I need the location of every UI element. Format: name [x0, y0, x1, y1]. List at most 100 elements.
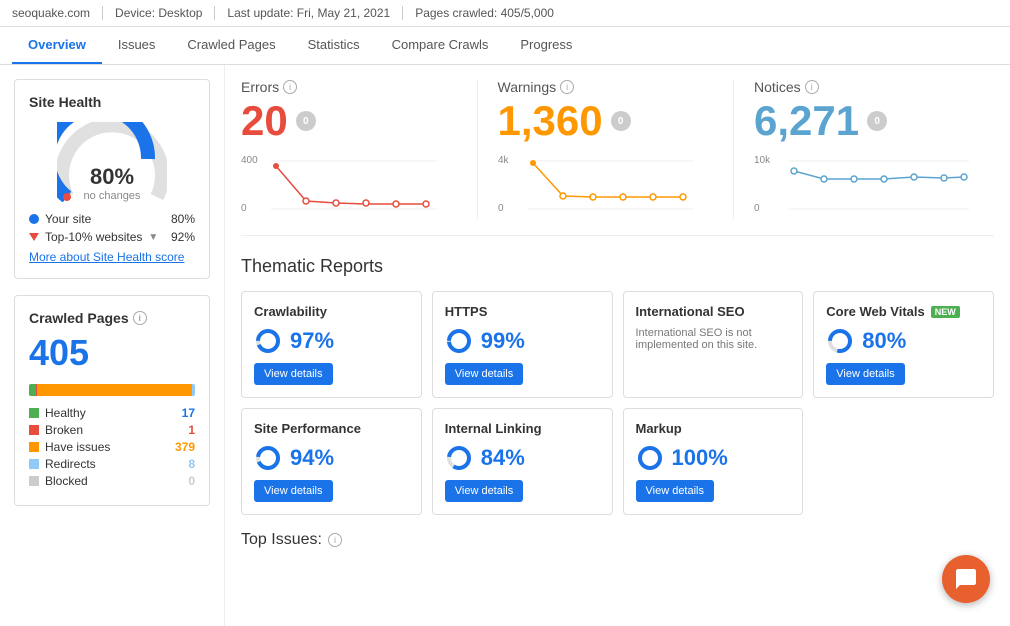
- notices-title: Notices i: [754, 79, 974, 95]
- stat-broken: Broken 1: [29, 423, 195, 437]
- thematic-reports-title: Thematic Reports: [241, 256, 994, 277]
- nav-tabs: Overview Issues Crawled Pages Statistics…: [0, 27, 1010, 65]
- warnings-badge: 0: [611, 111, 631, 131]
- errors-number: 20 0: [241, 97, 457, 145]
- warnings-title: Warnings i: [498, 79, 714, 95]
- stat-redirects: Redirects 8: [29, 457, 195, 471]
- reports-grid: Crawlability 97% View details HTTPS 99% …: [241, 291, 994, 515]
- your-site-dot: [29, 214, 39, 224]
- warnings-info-icon[interactable]: i: [560, 80, 574, 94]
- donut-container: 80% no changes: [29, 122, 195, 202]
- core-web-vitals-view-btn[interactable]: View details: [826, 363, 905, 385]
- internal-linking-view-btn[interactable]: View details: [445, 480, 524, 502]
- notices-block: Notices i 6,271 0 10k 0: [733, 79, 994, 219]
- site-performance-view-btn[interactable]: View details: [254, 480, 333, 502]
- https-title: HTTPS: [445, 304, 600, 319]
- tab-compare-crawls[interactable]: Compare Crawls: [376, 27, 505, 64]
- donut-chart: 80% no changes: [57, 122, 167, 202]
- top-issues-info-icon[interactable]: i: [328, 533, 342, 547]
- broken-count: 1: [188, 423, 195, 437]
- report-card-markup: Markup 100% View details: [623, 408, 804, 515]
- site-health-card: Site Health 80% no changes: [14, 79, 210, 279]
- notices-badge: 0: [867, 111, 887, 131]
- donut-label: no changes: [57, 190, 167, 202]
- have-issues-count: 379: [175, 440, 195, 454]
- markup-title: Markup: [636, 421, 791, 436]
- site-name: seoquake.com: [12, 6, 103, 20]
- report-card-international-seo: International SEO International SEO is n…: [623, 291, 804, 398]
- your-site-label: Your site: [45, 212, 91, 226]
- donut-percent: 80%: [57, 164, 167, 190]
- sidebar: Site Health 80% no changes: [0, 65, 225, 626]
- blocked-count: 0: [188, 474, 195, 488]
- top10-icon: [29, 233, 39, 241]
- broken-dot: [29, 425, 39, 435]
- notices-sparkline: 10k 0: [754, 151, 974, 219]
- markup-view-btn[interactable]: View details: [636, 480, 715, 502]
- more-site-health-link[interactable]: More about Site Health score: [29, 250, 195, 264]
- legend-top10: Top-10% websites ▼ 92%: [29, 230, 195, 244]
- site-performance-percent: 94%: [254, 444, 409, 472]
- crawlability-view-btn[interactable]: View details: [254, 363, 333, 385]
- tab-progress[interactable]: Progress: [504, 27, 588, 64]
- pb-green: [29, 384, 36, 396]
- issues-dot: [29, 442, 39, 452]
- top10-label: Top-10% websites: [45, 230, 142, 244]
- your-site-value: 80%: [171, 212, 195, 226]
- stat-have-issues: Have issues 379: [29, 440, 195, 454]
- new-badge: new: [931, 306, 960, 318]
- errors-title: Errors i: [241, 79, 457, 95]
- healthy-count: 17: [182, 406, 195, 420]
- tab-issues[interactable]: Issues: [102, 27, 172, 64]
- top-bar: seoquake.com Device: Desktop Last update…: [0, 0, 1010, 27]
- internal-linking-title: Internal Linking: [445, 421, 600, 436]
- report-card-core-web-vitals: Core Web Vitals new 80% View details: [813, 291, 994, 398]
- crawlability-title: Crawlability: [254, 304, 409, 319]
- blocked-dot: [29, 476, 39, 486]
- crawled-pages-title: Crawled Pages i: [29, 310, 195, 326]
- warnings-sparkline: 4k 0: [498, 151, 714, 219]
- warnings-block: Warnings i 1,360 0 4k 0: [477, 79, 734, 219]
- internal-linking-percent: 84%: [445, 444, 600, 472]
- https-percent: 99%: [445, 327, 600, 355]
- pb-orange: [37, 384, 191, 396]
- svg-text:10k: 10k: [754, 155, 771, 166]
- crawled-info-icon[interactable]: i: [133, 311, 147, 325]
- donut-center: 80% no changes: [57, 164, 167, 202]
- crawled-pages-card: Crawled Pages i 405 Healthy 17: [14, 295, 210, 506]
- errors-info-icon[interactable]: i: [283, 80, 297, 94]
- notices-info-icon[interactable]: i: [805, 80, 819, 94]
- errors-badge: 0: [296, 111, 316, 131]
- tab-crawled-pages[interactable]: Crawled Pages: [171, 27, 291, 64]
- core-web-vitals-percent: 80%: [826, 327, 981, 355]
- markup-percent: 100%: [636, 444, 791, 472]
- site-health-title: Site Health: [29, 94, 195, 110]
- right-content: Errors i 20 0 400 0: [225, 65, 1010, 626]
- international-seo-title: International SEO: [636, 304, 791, 319]
- legend-your-site: Your site 80%: [29, 212, 195, 226]
- stat-healthy: Healthy 17: [29, 406, 195, 420]
- chevron-down-icon: ▼: [148, 232, 158, 243]
- have-issues-label: Have issues: [45, 440, 110, 454]
- healthy-label: Healthy: [45, 406, 86, 420]
- healthy-dot: [29, 408, 39, 418]
- chat-button[interactable]: [942, 555, 990, 603]
- redirects-dot: [29, 459, 39, 469]
- redirects-count: 8: [188, 457, 195, 471]
- https-view-btn[interactable]: View details: [445, 363, 524, 385]
- core-web-vitals-title: Core Web Vitals new: [826, 304, 981, 319]
- notices-chart: 10k 0: [754, 151, 974, 216]
- svg-text:4k: 4k: [498, 155, 510, 166]
- svg-text:0: 0: [754, 203, 760, 214]
- international-seo-desc: International SEO is not implemented on …: [636, 327, 791, 351]
- errors-block: Errors i 20 0 400 0: [241, 79, 477, 219]
- stat-blocked: Blocked 0: [29, 474, 195, 488]
- device-info: Device: Desktop: [115, 6, 215, 20]
- tab-statistics[interactable]: Statistics: [292, 27, 376, 64]
- redirects-label: Redirects: [45, 457, 96, 471]
- tab-overview[interactable]: Overview: [12, 27, 102, 64]
- last-update: Last update: Fri, May 21, 2021: [227, 6, 403, 20]
- notices-number: 6,271 0: [754, 97, 974, 145]
- errors-sparkline: 400 0: [241, 151, 457, 219]
- blocked-label: Blocked: [45, 474, 88, 488]
